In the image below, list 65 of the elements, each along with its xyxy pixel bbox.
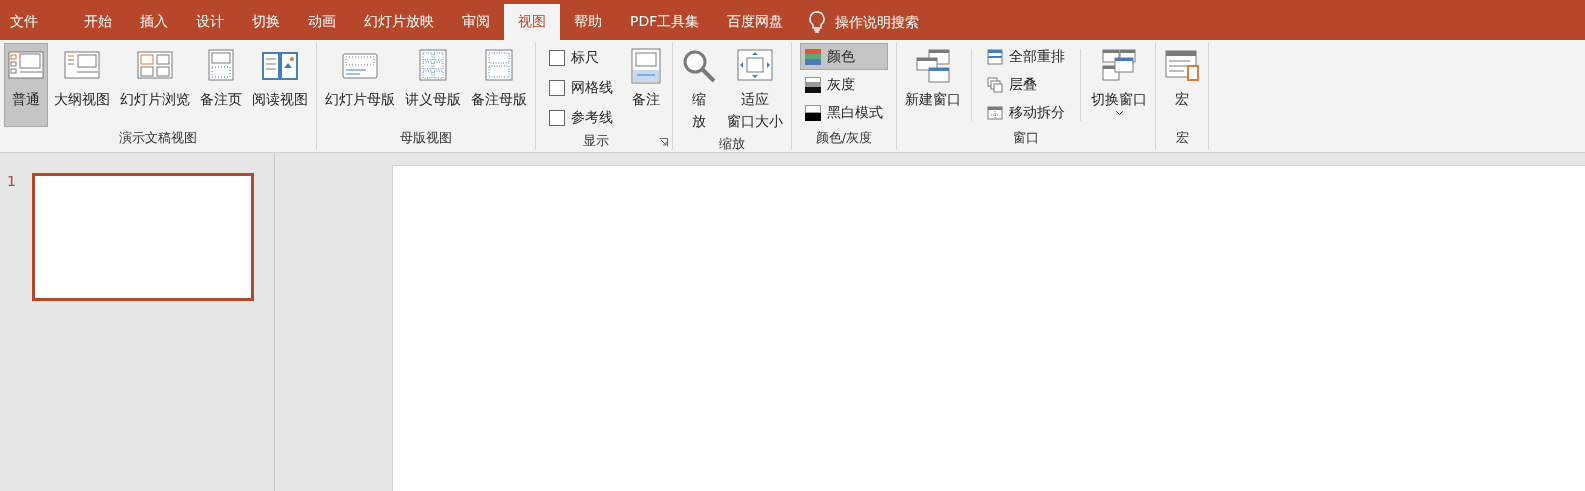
view-button[interactable]: 阅读视图: [248, 43, 312, 127]
group-label: 缩放: [718, 135, 746, 153]
checkbox-option[interactable]: 参考线: [544, 103, 618, 132]
group-label: 窗口: [1012, 129, 1040, 147]
lightbulb-icon: [809, 11, 826, 33]
option-button[interactable]: 层叠: [982, 71, 1070, 98]
ribbon-tab[interactable]: 切换: [238, 4, 294, 40]
group-label: 演示文稿视图: [118, 129, 198, 147]
notes-icon: [628, 48, 664, 84]
checkbox-label: 网格线: [571, 78, 613, 97]
group-label: 母版视图: [399, 129, 453, 147]
option-button[interactable]: 灰度: [800, 71, 888, 98]
view-button[interactable]: 缩 放: [677, 43, 721, 135]
ribbon-tab[interactable]: 动画: [294, 4, 350, 40]
ribbon-tab[interactable]: 设计: [182, 4, 238, 40]
checkbox[interactable]: [549, 109, 565, 126]
switch-windows-icon: [1101, 48, 1137, 84]
option-button[interactable]: 全部重排: [982, 43, 1070, 70]
view-button[interactable]: 新建窗口: [901, 43, 965, 127]
monochrome-swatch-icon: [805, 104, 821, 121]
view-button[interactable]: 幻灯片浏览: [116, 43, 194, 127]
ribbon-tab[interactable]: 开始: [70, 4, 126, 40]
ribbon-tab[interactable]: 百度网盘: [713, 4, 798, 40]
slide-number: 1: [7, 173, 16, 189]
ribbon-tab[interactable]: 视图: [504, 4, 560, 40]
move-split-icon: [987, 104, 1003, 121]
view-button[interactable]: 宏: [1160, 43, 1204, 127]
option-button[interactable]: 移动拆分: [982, 99, 1070, 126]
ribbon-tab[interactable]: 文件: [0, 4, 48, 40]
new-window-icon: [915, 48, 951, 84]
view-button[interactable]: 普通: [4, 43, 48, 127]
option-button[interactable]: 颜色: [800, 43, 888, 70]
view-button[interactable]: 适应 窗口大小: [723, 43, 787, 135]
ribbon-tab[interactable]: PDF工具集: [616, 4, 714, 40]
view-button[interactable]: 备注页: [196, 43, 246, 127]
search-field[interactable]: 操作说明搜索: [835, 14, 956, 30]
view-button[interactable]: 备注母版: [467, 43, 531, 127]
view-button[interactable]: 备注: [624, 43, 668, 127]
ribbon-tab[interactable]: 帮助: [560, 4, 616, 40]
checkbox[interactable]: [549, 79, 565, 96]
cascade-icon: [987, 76, 1003, 93]
slide-thumbnail[interactable]: [31, 173, 254, 301]
checkbox-option[interactable]: 标尺: [544, 43, 618, 72]
ribbon-tab[interactable]: 幻灯片放映: [350, 4, 448, 40]
color-swatch-icon: [805, 48, 821, 65]
view-button[interactable]: 切换窗口: [1087, 43, 1151, 127]
group-label: 显示: [582, 132, 610, 150]
ribbon-tab[interactable]: 插入: [126, 4, 182, 40]
ribbon-tab[interactable]: 审阅: [448, 4, 504, 40]
fit-window-icon: [737, 48, 773, 84]
dialog-launcher-icon[interactable]: [659, 138, 668, 147]
option-button[interactable]: 黑白模式: [800, 99, 888, 126]
checkbox[interactable]: [549, 49, 565, 66]
checkbox-label: 标尺: [571, 48, 599, 67]
arrange-all-icon: [987, 48, 1003, 65]
group-label: 宏: [1174, 129, 1190, 147]
macro-icon: [1164, 48, 1200, 84]
view-button[interactable]: 大纲视图: [50, 43, 114, 127]
checkbox-option[interactable]: 网格线: [544, 73, 618, 102]
search-icon: [681, 48, 717, 84]
view-button[interactable]: 讲义母版: [401, 43, 465, 127]
checkbox-label: 参考线: [571, 108, 613, 127]
view-button[interactable]: 幻灯片母版: [321, 43, 399, 127]
grayscale-swatch-icon: [805, 76, 821, 93]
group-label: 颜色/灰度: [814, 129, 874, 147]
